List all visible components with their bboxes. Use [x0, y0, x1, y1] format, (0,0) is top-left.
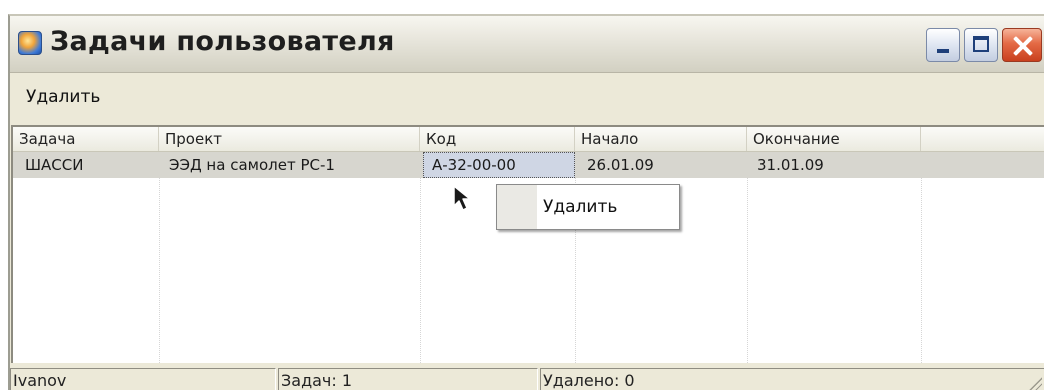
column-header-code[interactable]: Код: [420, 127, 575, 151]
context-menu-icon-gutter: [497, 185, 537, 229]
column-header-start[interactable]: Начало: [575, 127, 747, 151]
status-user: Ivanov: [10, 368, 276, 390]
status-task-count: Задач: 1: [278, 368, 538, 390]
context-menu: Удалить: [496, 184, 680, 230]
column-header-end[interactable]: Окончание: [747, 127, 921, 151]
column-divider: [159, 178, 160, 363]
context-menu-item-delete[interactable]: Удалить: [543, 185, 617, 229]
title-bar[interactable]: Задачи пользователя: [10, 16, 1044, 73]
minimize-button[interactable]: [926, 28, 960, 62]
maximize-button[interactable]: [964, 28, 998, 62]
mouse-cursor-icon: [453, 185, 471, 211]
cell-start[interactable]: 26.01.09: [579, 152, 747, 178]
column-divider: [420, 178, 421, 363]
grid-header: Задача Проект Код Начало Окончание: [13, 127, 1044, 152]
cell-task[interactable]: ШАССИ: [17, 152, 159, 178]
table-row[interactable]: ШАССИ ЭЭД на самолет РС-1 А-32-00-00 26.…: [13, 152, 1044, 178]
app-globe-icon: [18, 31, 42, 55]
cell-project[interactable]: ЭЭД на самолет РС-1: [161, 152, 420, 178]
column-header-task[interactable]: Задача: [13, 127, 159, 151]
column-divider: [747, 178, 748, 363]
status-deleted-count: Удалено: 0: [540, 368, 1044, 390]
window-title: Задачи пользователя: [50, 26, 395, 57]
cell-code[interactable]: А-32-00-00: [423, 152, 575, 178]
toolbar: Удалить: [10, 73, 1044, 123]
close-button[interactable]: [1002, 28, 1042, 62]
column-header-project[interactable]: Проект: [159, 127, 420, 151]
delete-button[interactable]: Удалить: [18, 81, 109, 113]
status-bar: Ivanov Задач: 1 Удалено: 0: [10, 366, 1044, 390]
column-divider: [921, 178, 922, 363]
resize-grip-icon[interactable]: [1028, 376, 1042, 390]
tasks-grid[interactable]: Задача Проект Код Начало Окончание ШАССИ…: [11, 125, 1044, 363]
cell-end[interactable]: 31.01.09: [749, 152, 921, 178]
column-header-filler: [921, 127, 1044, 151]
